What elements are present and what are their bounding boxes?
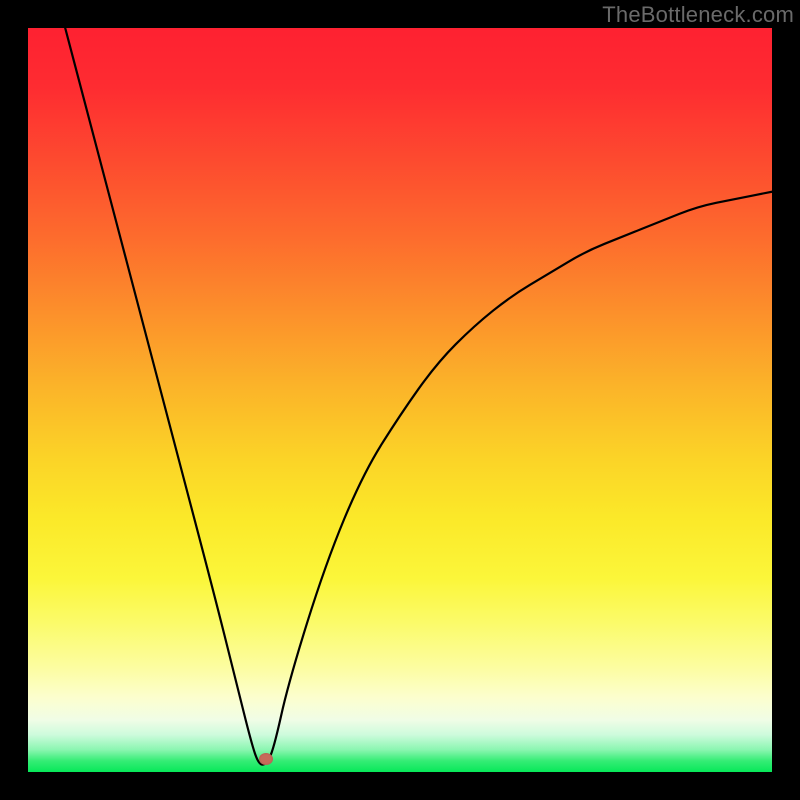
plot-area: [28, 28, 772, 772]
bottleneck-curve: [65, 28, 772, 765]
watermark-text: TheBottleneck.com: [602, 2, 794, 28]
marker-dot: [259, 753, 273, 765]
curve-svg: [28, 28, 772, 772]
chart-frame: TheBottleneck.com: [0, 0, 800, 800]
